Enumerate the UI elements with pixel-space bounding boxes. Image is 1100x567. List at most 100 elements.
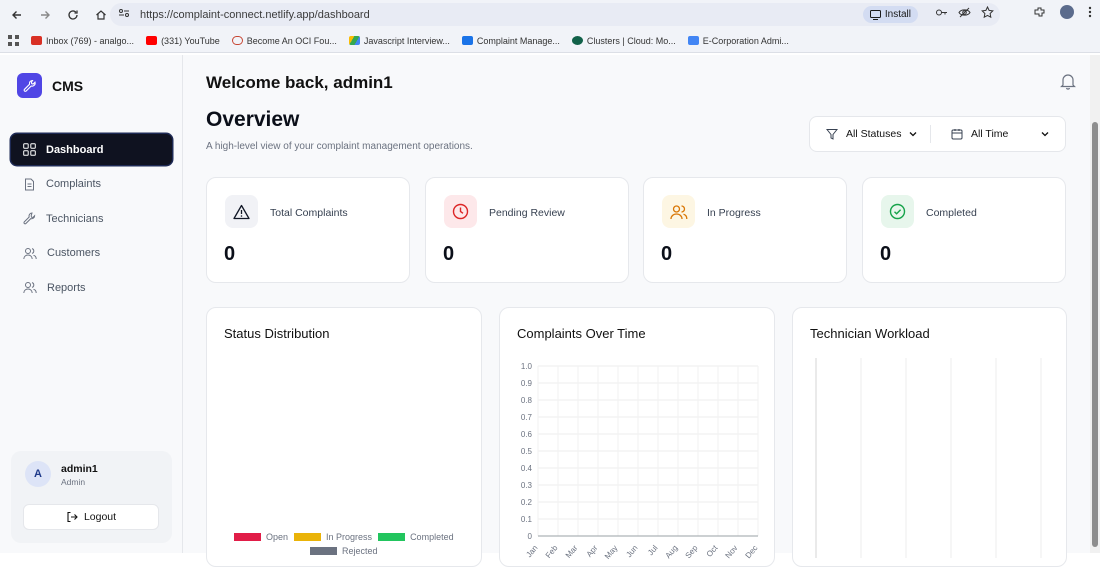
status-filter-select[interactable]: All Statuses xyxy=(810,128,930,140)
legend-item[interactable]: Rejected xyxy=(310,546,378,556)
complaints-over-time-card: Complaints Over Time 0 0.1 0.2 0.3 0.4 0.5 0.6… xyxy=(499,307,775,567)
welcome-heading: Welcome back, admin1 xyxy=(206,73,393,92)
extensions-icon[interactable] xyxy=(1033,6,1046,19)
bookmark-javascript[interactable]: Javascript Interview... xyxy=(348,35,450,46)
bookmark-oci[interactable]: Become An OCI Fou... xyxy=(231,36,337,46)
document-icon xyxy=(25,178,34,190)
bookmarks-bar: Inbox (769) - analgo... (331) YouTube Be… xyxy=(0,29,1100,53)
y-tick-label: 0.8 xyxy=(521,396,533,405)
sidebar-item-customers[interactable]: Customers xyxy=(11,238,172,269)
y-tick-label: 0.2 xyxy=(521,498,533,507)
stat-card-completed: Completed 0 xyxy=(862,177,1066,283)
x-tick-label: Aug xyxy=(663,544,679,561)
bookmark-gmail[interactable]: Inbox (769) - analgo... xyxy=(31,36,134,46)
users-icon xyxy=(23,247,37,259)
chevron-down-icon xyxy=(909,132,917,137)
site-info-icon[interactable] xyxy=(118,8,130,21)
stat-label: In Progress xyxy=(707,207,761,219)
sidebar-item-label: Dashboard xyxy=(46,143,104,156)
page-title: Overview xyxy=(206,108,300,131)
legend-item[interactable]: Open xyxy=(234,532,288,542)
technician-workload-card: Technician Workload xyxy=(792,307,1067,567)
x-tick-label: Jul xyxy=(646,543,660,557)
eye-off-icon[interactable] xyxy=(958,6,971,19)
netlify-icon xyxy=(687,36,699,45)
bookmark-label: Javascript Interview... xyxy=(363,35,450,46)
y-tick-label: 0.4 xyxy=(521,464,533,473)
x-tick-label: Dec xyxy=(743,544,759,561)
legend-item[interactable]: In Progress xyxy=(294,532,372,542)
browser-toolbar: https://complaint-connect.netlify.app/da… xyxy=(0,0,1100,29)
stat-label: Completed xyxy=(926,207,977,219)
install-button[interactable]: Install xyxy=(862,6,918,23)
legend-label: Rejected xyxy=(342,546,378,556)
grid-icon xyxy=(23,143,36,156)
stat-card-total: Total Complaints 0 xyxy=(206,177,410,283)
install-label: Install xyxy=(884,9,911,20)
wrench-icon xyxy=(23,212,36,225)
status-distribution-card: Status Distribution Open In Progress Compl… xyxy=(206,307,482,567)
sidebar-nav: Dashboard Complaints Technicians Custome… xyxy=(11,134,172,307)
users-icon xyxy=(23,282,37,294)
check-circle-icon xyxy=(881,195,914,228)
install-icon xyxy=(869,9,881,20)
page-scrollbar[interactable] xyxy=(1090,55,1100,553)
stat-card-pending: Pending Review 0 xyxy=(425,177,629,283)
user-role: Admin xyxy=(61,477,86,487)
netlify-icon xyxy=(461,36,473,45)
bookmark-complaint[interactable]: Complaint Manage... xyxy=(461,35,560,46)
scrollbar-thumb[interactable] xyxy=(1092,122,1098,547)
y-tick-label: 0.7 xyxy=(521,413,533,422)
calendar-icon xyxy=(951,129,963,140)
bell-icon[interactable] xyxy=(1060,73,1076,95)
more-vertical-icon[interactable] xyxy=(1088,6,1092,18)
stat-card-in-progress: In Progress 0 xyxy=(643,177,847,283)
sidebar-item-dashboard[interactable]: Dashboard xyxy=(11,134,172,165)
brand[interactable]: CMS xyxy=(17,73,83,98)
bookmark-label: Inbox (769) - analgo... xyxy=(46,35,135,46)
sidebar-item-reports[interactable]: Reports xyxy=(11,272,172,303)
forward-icon[interactable] xyxy=(36,6,54,24)
legend-swatch xyxy=(310,547,337,555)
apps-grid-icon[interactable] xyxy=(8,35,19,46)
profile-avatar[interactable] xyxy=(1060,5,1074,19)
stat-value: 0 xyxy=(661,243,673,265)
bookmark-youtube[interactable]: (331) YouTube xyxy=(146,36,220,46)
brand-name: CMS xyxy=(52,77,84,94)
avatar[interactable]: A xyxy=(25,461,51,487)
y-tick-label: 0.6 xyxy=(521,430,533,439)
users-icon xyxy=(662,195,695,228)
time-filter-select[interactable]: All Time xyxy=(931,128,1065,140)
sidebar-item-label: Customers xyxy=(47,247,101,259)
star-icon[interactable] xyxy=(981,6,994,19)
app-root: CMS Dashboard Complaints Technicians Cus… xyxy=(0,55,1100,567)
bookmark-label: (331) YouTube xyxy=(161,35,220,46)
address-bar[interactable]: https://complaint-connect.netlify.app/da… xyxy=(110,3,1000,26)
bookmark-label: Complaint Manage... xyxy=(476,35,560,46)
clock-icon xyxy=(444,195,477,228)
line-chart: 0 0.1 0.2 0.3 0.4 0.5 0.6 0.7 0.8 0.9 1.0 Jan Feb Mar… xyxy=(521,362,760,561)
logout-label: Logout xyxy=(83,511,117,523)
x-tick-label: Oct xyxy=(705,543,720,559)
y-tick-label: 0.9 xyxy=(521,379,533,388)
key-icon[interactable] xyxy=(935,6,948,19)
x-tick-label: Sep xyxy=(683,543,699,560)
drive-icon xyxy=(348,36,360,45)
sidebar-item-label: Complaints xyxy=(46,178,102,190)
youtube-icon xyxy=(146,36,158,45)
legend-item[interactable]: Completed xyxy=(378,532,454,542)
home-icon[interactable] xyxy=(92,6,110,24)
bookmark-clusters[interactable]: Clusters | Cloud: Mo... xyxy=(571,36,676,46)
url-text[interactable]: https://complaint-connect.netlify.app/da… xyxy=(140,9,370,21)
legend-swatch xyxy=(294,533,322,541)
back-icon[interactable] xyxy=(8,6,26,24)
sidebar-item-label: Technicians xyxy=(46,212,104,225)
reload-icon[interactable] xyxy=(64,6,82,24)
y-tick-label: 0.5 xyxy=(521,447,533,456)
logout-button[interactable]: Logout xyxy=(23,504,159,530)
mongodb-icon xyxy=(571,36,583,45)
sidebar-item-complaints[interactable]: Complaints xyxy=(11,169,172,200)
sidebar-item-technicians[interactable]: Technicians xyxy=(11,203,172,234)
user-name: admin1 xyxy=(61,463,98,475)
bookmark-ecorp[interactable]: E-Corporation Admi... xyxy=(687,36,789,46)
